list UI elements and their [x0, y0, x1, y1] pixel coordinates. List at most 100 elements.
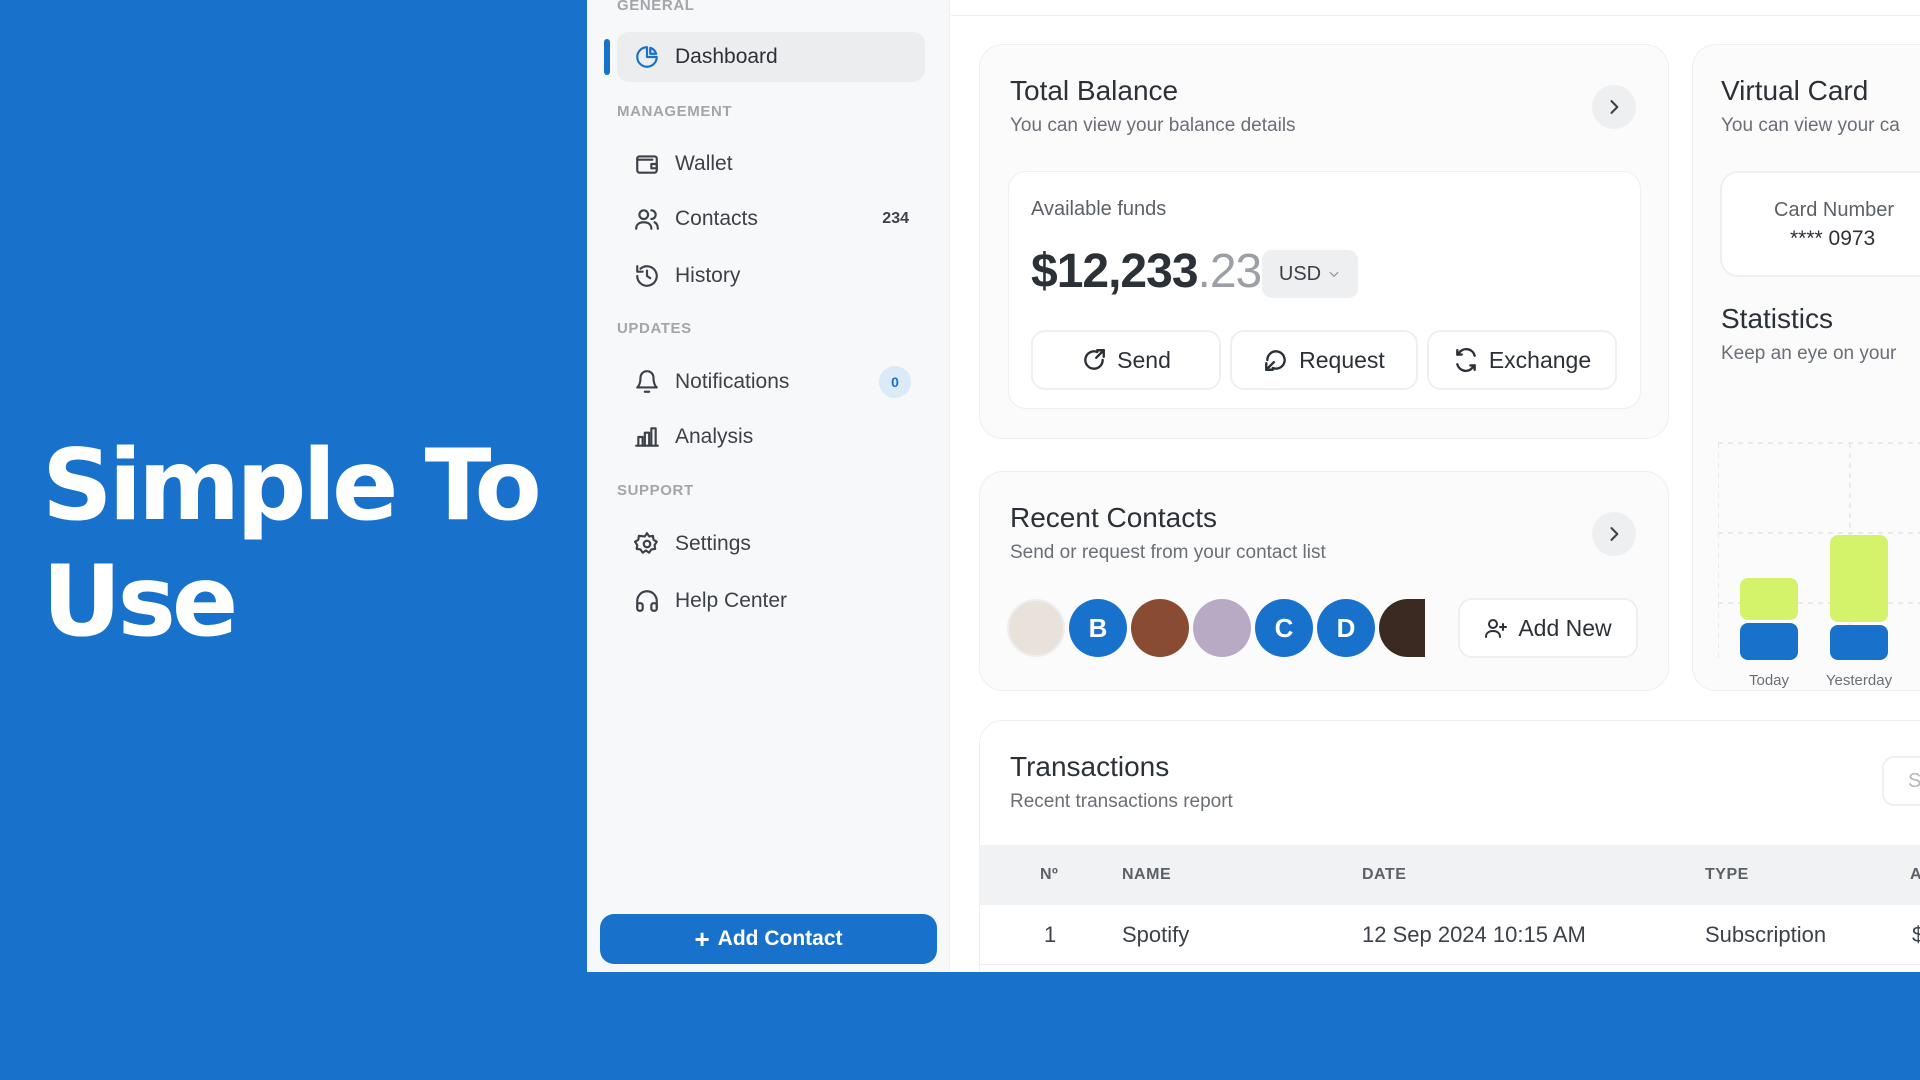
- section-label-updates: UPDATES: [617, 320, 692, 337]
- sidebar-item-analysis[interactable]: Analysis: [617, 412, 925, 462]
- avatar-initial: D: [1336, 612, 1356, 643]
- exchange-label: Exchange: [1488, 346, 1592, 373]
- virtual-card-title: Virtual Card: [1721, 75, 1869, 106]
- sidebar-item-label: Analysis: [675, 425, 754, 448]
- balance-title: Total Balance: [1010, 75, 1179, 106]
- section-label-management: MANAGEMENT: [617, 103, 733, 120]
- column-header[interactable]: Nº: [1040, 866, 1058, 884]
- bar-chart-icon: [633, 423, 661, 451]
- chevron-down-icon: [1329, 271, 1339, 278]
- plus-icon: +: [694, 924, 710, 954]
- avatar[interactable]: C: [1255, 599, 1313, 657]
- cell-date: 12 Sep 2024 10:15 AM: [1362, 921, 1586, 947]
- notifications-badge: 0: [879, 366, 911, 398]
- statistics-subtitle: Keep an eye on your: [1721, 343, 1897, 364]
- request-button[interactable]: Request: [1230, 330, 1418, 390]
- chevron-right-icon: [1610, 100, 1619, 114]
- sidebar-item-label: History: [675, 264, 741, 287]
- table-header: Nº NAME DATE TYPE A: [980, 845, 1920, 905]
- virtual-card-subtitle: You can view your ca: [1721, 115, 1900, 136]
- x-tick-label: Today: [1749, 672, 1790, 689]
- add-contact-button[interactable]: + Add Contact: [600, 914, 937, 964]
- funds-label: Available funds: [1031, 198, 1167, 220]
- avatar-initial: B: [1088, 612, 1108, 643]
- card-number-label: Card Number: [1774, 199, 1895, 221]
- add-new-label: Add New: [1518, 614, 1612, 641]
- transactions-title: Transactions: [1010, 751, 1170, 782]
- sidebar-item-label: Help Center: [675, 589, 788, 612]
- cell-type: Subscription: [1705, 921, 1827, 947]
- balance-amount: $12,233.23: [1031, 244, 1263, 299]
- bar-segment: [1740, 623, 1798, 660]
- cell-name: Spotify: [1122, 921, 1190, 947]
- cell-no: 1: [1044, 921, 1057, 947]
- sidebar-item-label: Settings: [675, 532, 751, 555]
- recent-contacts-card: Recent Contacts Send or request from you…: [979, 471, 1669, 691]
- cell-amount: $: [1912, 921, 1920, 947]
- request-icon: [1265, 350, 1286, 371]
- sidebar-item-label: Contacts: [675, 207, 758, 230]
- send-button[interactable]: Send: [1031, 330, 1221, 390]
- avatar[interactable]: [1007, 599, 1065, 657]
- amount-whole: $12,233: [1031, 245, 1199, 298]
- sidebar-item-label: Notifications: [675, 370, 790, 393]
- column-header[interactable]: A: [1910, 866, 1920, 884]
- contacts-title: Recent Contacts: [1010, 502, 1217, 533]
- avatar[interactable]: B: [1069, 599, 1127, 657]
- sidebar-item-contacts[interactable]: Contacts 234: [617, 194, 925, 244]
- total-balance-card: Total Balance You can view your balance …: [979, 44, 1669, 439]
- bar-segment: [1830, 625, 1888, 660]
- section-label-support: SUPPORT: [617, 482, 694, 499]
- sidebar-item-help-center[interactable]: Help Center: [617, 576, 925, 626]
- wallet-icon: [633, 150, 661, 178]
- card-number-box: Card Number **** 0973: [1720, 171, 1920, 277]
- currency-select[interactable]: USD: [1262, 250, 1358, 298]
- sidebar-item-settings[interactable]: Settings: [617, 519, 925, 569]
- bar-segment: [1830, 535, 1888, 622]
- funds-panel: Available funds $12,233.23 USD Send Requ…: [1008, 171, 1641, 409]
- column-header[interactable]: NAME: [1122, 866, 1171, 884]
- statistics-title: Statistics: [1721, 303, 1834, 334]
- exchange-icon: [1455, 347, 1476, 373]
- user-plus-icon: [1485, 619, 1508, 638]
- bell-icon: [633, 368, 661, 396]
- column-header[interactable]: TYPE: [1705, 866, 1749, 884]
- avatar[interactable]: [1131, 599, 1189, 657]
- balance-details-button[interactable]: [1592, 85, 1636, 129]
- headphones-icon: [633, 587, 661, 615]
- avatar-initial: C: [1274, 612, 1294, 643]
- request-label: Request: [1299, 346, 1385, 373]
- table-row[interactable]: 1 Spotify 12 Sep 2024 10:15 AM Subscript…: [980, 905, 1920, 965]
- history-icon: [633, 262, 661, 290]
- exchange-button[interactable]: Exchange: [1427, 330, 1617, 390]
- add-contact-label: Add Contact: [717, 927, 843, 950]
- gear-icon: [633, 530, 661, 558]
- contacts-subtitle: Send or request from your contact list: [1010, 542, 1326, 563]
- balance-subtitle: You can view your balance details: [1010, 115, 1296, 136]
- card-number-value: **** 0973: [1790, 227, 1876, 250]
- currency-value: USD: [1278, 262, 1322, 285]
- amount-decimal: .23: [1197, 245, 1263, 298]
- sidebar-item-label: Wallet: [675, 152, 733, 175]
- top-bar: [951, 0, 1920, 16]
- transactions-card: Transactions Recent transactions report …: [979, 720, 1920, 972]
- add-new-contact-button[interactable]: Add New: [1458, 598, 1638, 658]
- x-tick-label: Yesterday: [1826, 672, 1893, 689]
- transactions-search-input[interactable]: S: [1882, 756, 1920, 806]
- contacts-more-button[interactable]: [1592, 512, 1636, 556]
- sidebar-item-notifications[interactable]: Notifications 0: [617, 357, 925, 407]
- sidebar-item-dashboard[interactable]: Dashboard: [617, 32, 925, 82]
- pie-chart-icon: [633, 43, 661, 71]
- sidebar-item-wallet[interactable]: Wallet: [617, 139, 925, 189]
- users-icon: [633, 205, 661, 233]
- contacts-count: 234: [882, 210, 909, 227]
- sidebar-item-history[interactable]: History: [617, 251, 925, 301]
- avatar[interactable]: [1193, 599, 1251, 657]
- avatar[interactable]: [1379, 599, 1425, 657]
- bar-segment: [1740, 578, 1798, 620]
- hero-title: Simple To Use: [42, 429, 542, 659]
- avatar[interactable]: D: [1317, 599, 1375, 657]
- virtual-card-panel: Virtual Card You can view your ca Card N…: [1692, 44, 1920, 691]
- column-header[interactable]: DATE: [1362, 866, 1406, 884]
- sidebar: GENERAL Dashboard MANAGEMENT Wallet Cont…: [587, 0, 950, 972]
